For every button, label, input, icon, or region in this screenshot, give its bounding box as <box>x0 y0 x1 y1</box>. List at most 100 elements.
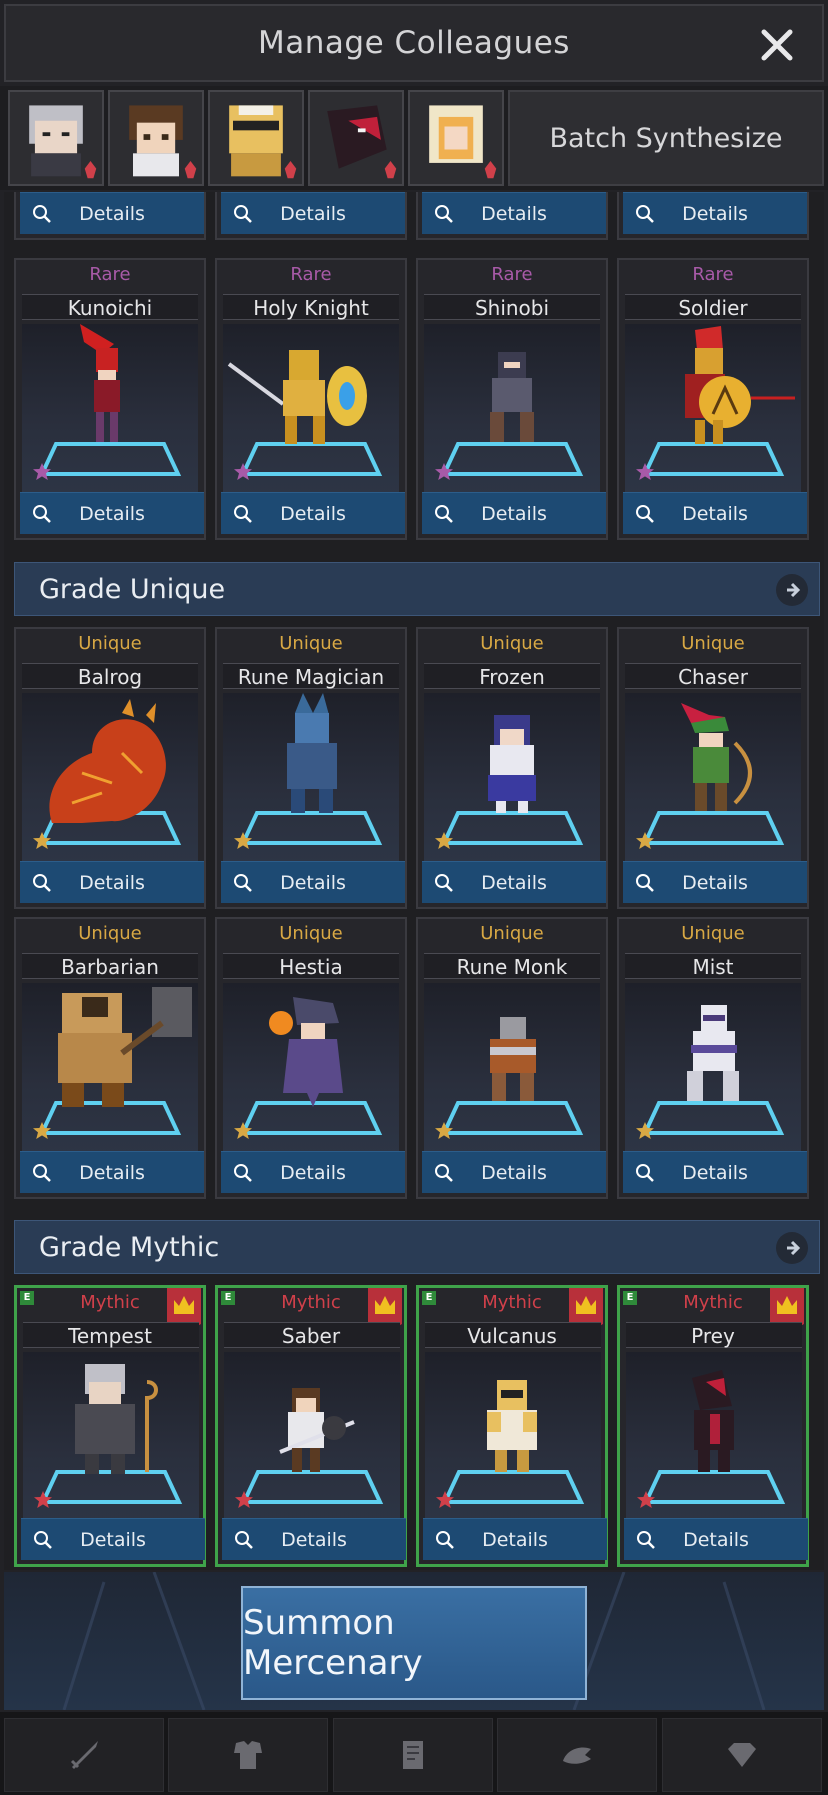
magnifier-icon <box>33 1164 51 1182</box>
star-icon <box>435 832 453 849</box>
details-button[interactable]: Details <box>422 492 606 534</box>
details-button[interactable]: Details <box>422 192 606 234</box>
manage-colleagues-screen: Manage Colleagues Batch Synthesize Detai… <box>0 0 828 1795</box>
sword-icon <box>70 1741 98 1769</box>
nav-pet[interactable] <box>497 1718 657 1792</box>
colleague-name: Barbarian <box>61 955 159 979</box>
nav-armor[interactable] <box>168 1718 328 1792</box>
details-button[interactable]: Details <box>20 1151 204 1193</box>
magnifier-icon <box>235 1531 253 1549</box>
colleague-card-frozen[interactable]: Unique Frozen Details <box>416 627 608 909</box>
star-icon <box>234 463 252 480</box>
details-button[interactable]: Details <box>422 861 606 903</box>
colleague-card-mist[interactable]: Unique Mist Details <box>617 917 809 1199</box>
team-slot-tempest[interactable] <box>8 90 104 186</box>
summon-mercenary-button[interactable]: Summon Mercenary <box>241 1586 587 1700</box>
star-icon <box>636 463 654 480</box>
colleague-card-shinobi[interactable]: Rare Shinobi Details <box>416 258 608 540</box>
details-button[interactable]: Details <box>221 1151 405 1193</box>
colleague-card-kunoichi[interactable]: Rare Kunoichi Details <box>14 258 206 540</box>
page-title: Manage Colleagues <box>258 25 570 61</box>
star-icon <box>235 1491 253 1508</box>
grade-label: Unique <box>681 923 745 944</box>
grade-label: Rare <box>692 264 734 285</box>
partial-card: Details <box>617 192 809 240</box>
colleague-card-soldier[interactable]: Rare Soldier Details <box>617 258 809 540</box>
colleague-card-hestia[interactable]: Unique Hestia Details <box>215 917 407 1199</box>
colleague-name: Balrog <box>77 665 143 689</box>
details-button[interactable]: Details <box>623 1151 807 1193</box>
star-icon <box>636 1122 654 1139</box>
magnifier-icon <box>34 1531 52 1549</box>
details-button[interactable]: Details <box>20 861 204 903</box>
details-button[interactable]: Details <box>623 861 807 903</box>
colleague-card-tempest[interactable]: E Mythic Tempest Details <box>14 1285 206 1567</box>
grade-label: Unique <box>279 923 343 944</box>
star-icon <box>33 832 51 849</box>
colleague-card-holy-knight[interactable]: Rare Holy Knight Details <box>215 258 407 540</box>
gem-icon <box>728 1743 756 1767</box>
arrow-right-icon[interactable] <box>775 573 809 607</box>
armor-icon <box>234 1741 262 1769</box>
team-slot-vulcanus[interactable] <box>208 90 304 186</box>
details-button[interactable]: Details <box>423 1518 607 1560</box>
colleague-list[interactable]: Details Details Details Details Rare Kun… <box>4 192 824 1570</box>
details-button[interactable]: Details <box>623 492 807 534</box>
colleague-name: Rune Magician <box>237 665 385 689</box>
details-button[interactable]: Details <box>20 492 204 534</box>
section-header-mythic: Grade Mythic <box>14 1220 820 1274</box>
details-button[interactable]: Details <box>21 1518 205 1560</box>
grade-label: Mythic <box>80 1292 140 1313</box>
nav-gem[interactable] <box>662 1718 822 1792</box>
colleague-name: Frozen <box>479 665 545 689</box>
details-button[interactable]: Details <box>221 192 405 234</box>
magnifier-icon <box>637 1531 655 1549</box>
team-slot-holy[interactable] <box>408 90 504 186</box>
grade-label: Unique <box>480 923 544 944</box>
details-button[interactable]: Details <box>221 861 405 903</box>
details-button[interactable]: Details <box>221 492 405 534</box>
grade-label: Unique <box>78 633 142 654</box>
magnifier-icon <box>234 1164 252 1182</box>
magnifier-icon <box>435 874 453 892</box>
close-icon[interactable] <box>758 26 796 64</box>
grade-label: Rare <box>491 264 533 285</box>
header-bar: Manage Colleagues <box>4 4 824 82</box>
star-icon <box>636 832 654 849</box>
magnifier-icon <box>33 874 51 892</box>
details-button[interactable]: Details <box>422 1151 606 1193</box>
partial-card: Details <box>215 192 407 240</box>
team-slot-prey[interactable] <box>308 90 404 186</box>
partial-card: Details <box>416 192 608 240</box>
magnifier-icon <box>636 874 654 892</box>
nav-sword[interactable] <box>4 1718 164 1792</box>
partial-card: Details <box>14 192 206 240</box>
colleague-card-prey[interactable]: E Mythic Prey Details <box>617 1285 809 1567</box>
tempest-portrait-icon <box>29 105 97 179</box>
colleague-name: Vulcanus <box>467 1324 557 1348</box>
magnifier-icon <box>435 205 453 223</box>
colleague-card-balrog[interactable]: Unique Balrog Details <box>14 627 206 909</box>
holy-portrait-icon <box>429 105 497 179</box>
nav-scroll[interactable] <box>333 1718 493 1792</box>
colleague-name: Kunoichi <box>67 296 153 320</box>
team-slot-saber[interactable] <box>108 90 204 186</box>
colleague-name: Prey <box>691 1324 735 1348</box>
colleague-card-rune-monk[interactable]: Unique Rune Monk Details <box>416 917 608 1199</box>
details-button[interactable]: Details <box>222 1518 406 1560</box>
colleague-card-chaser[interactable]: Unique Chaser Details <box>617 627 809 909</box>
section-header-unique: Grade Unique <box>14 562 820 616</box>
colleague-card-barbarian[interactable]: Unique Barbarian Details <box>14 917 206 1199</box>
colleague-card-vulcanus[interactable]: E Mythic Vulcanus Details <box>416 1285 608 1567</box>
colleague-card-rune-magician[interactable]: Unique Rune Magician Details <box>215 627 407 909</box>
details-button[interactable]: Details <box>624 1518 808 1560</box>
arrow-right-icon[interactable] <box>775 1231 809 1265</box>
details-button[interactable]: Details <box>20 192 204 234</box>
star-icon <box>34 1491 52 1508</box>
colleague-name: Mist <box>692 955 734 979</box>
colleague-card-saber[interactable]: E Mythic Saber Details <box>215 1285 407 1567</box>
star-icon <box>637 1491 655 1508</box>
batch-synthesize-button[interactable]: Batch Synthesize <box>508 90 824 186</box>
star-icon <box>234 832 252 849</box>
details-button[interactable]: Details <box>623 192 807 234</box>
